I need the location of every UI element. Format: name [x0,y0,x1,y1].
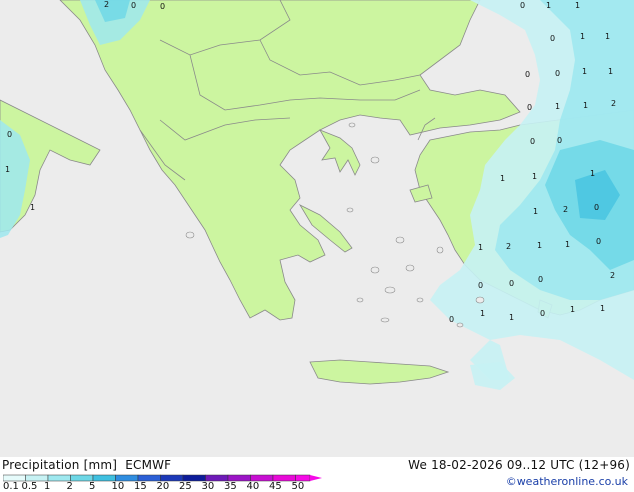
map-value: 1 [509,313,515,322]
legend-arrow [310,475,322,481]
map-canvas [0,0,634,390]
map-value: 0 [509,279,515,288]
map-value: 0 [520,1,526,10]
map-value: 2 [563,205,569,214]
legend-tick-label: 35 [224,481,237,492]
legend-tick-label: 0.5 [21,481,38,492]
legend-tick-label: 50 [291,481,305,492]
crete-island [309,359,450,385]
credit-link[interactable]: ©weatheronline.co.uk [506,475,628,488]
precipitation-map: 2 0 0 0 1 1 0 1 1 0 0 1 1 0 1 1 2 0 0 0 … [0,0,634,457]
map-value: 2 [104,0,110,9]
map-value: 1 [575,1,581,10]
map-value: 0 [160,2,166,11]
map-value: 0 [527,103,533,112]
map-value: 0 [7,130,13,139]
map-value: 2 [506,242,512,251]
map-value: 1 [580,32,586,41]
map-value: 0 [540,309,546,318]
map-footer: Precipitation [mm] ECMWF We 18-02-2026 0… [0,457,634,492]
map-value: 2 [610,271,616,280]
map-value: 2 [611,99,617,108]
chalkidiki [319,129,361,176]
map-value: 1 [5,165,11,174]
map-value: 1 [608,67,614,76]
legend-tick-label: 2 [66,481,73,492]
map-value: 0 [530,137,536,146]
map-value: 1 [537,241,543,250]
map-value: 1 [532,172,538,181]
legend-tick-label: 25 [179,481,192,492]
map-value: 1 [500,174,506,183]
legend-tick-label: 45 [269,481,282,492]
forecast-datetime: We 18-02-2026 09..12 UTC (12+96) [408,458,630,472]
map-value: 1 [570,305,576,314]
legend-tick-label: 5 [89,481,96,492]
title-text: Precipitation [mm] [2,458,118,472]
map-value: 0 [594,203,600,212]
map-value: 0 [538,275,544,284]
map-value: 1 [480,309,486,318]
legend-tick-label: 10 [111,481,125,492]
model-name: ECMWF [125,458,172,472]
map-value: 0 [478,281,484,290]
map-value: 1 [565,240,571,249]
map-value: 1 [533,207,539,216]
map-value: 0 [550,34,556,43]
map-value: 1 [583,101,589,110]
map-value: 0 [596,237,602,246]
map-value: 1 [582,67,588,76]
legend-tick-label: 0.1 [3,481,19,492]
map-value: 1 [478,243,484,252]
map-value: 1 [555,102,561,111]
map-value: 1 [546,1,552,10]
legend-tick-label: 20 [156,481,170,492]
legend-tick-label: 15 [134,481,147,492]
map-value: 0 [525,70,531,79]
legend-tick-label: 1 [44,481,51,492]
map-value: 0 [449,315,455,324]
map-value: 1 [605,32,611,41]
map-title: Precipitation [mm] ECMWF [2,458,171,472]
map-value: 1 [590,169,596,178]
map-value: 0 [555,69,561,78]
map-value: 1 [600,304,606,313]
map-value: 1 [30,203,36,212]
legend-tick-label: 30 [201,481,215,492]
map-value: 0 [131,1,137,10]
legend-tick-label: 40 [246,481,260,492]
map-value: 0 [557,136,563,145]
